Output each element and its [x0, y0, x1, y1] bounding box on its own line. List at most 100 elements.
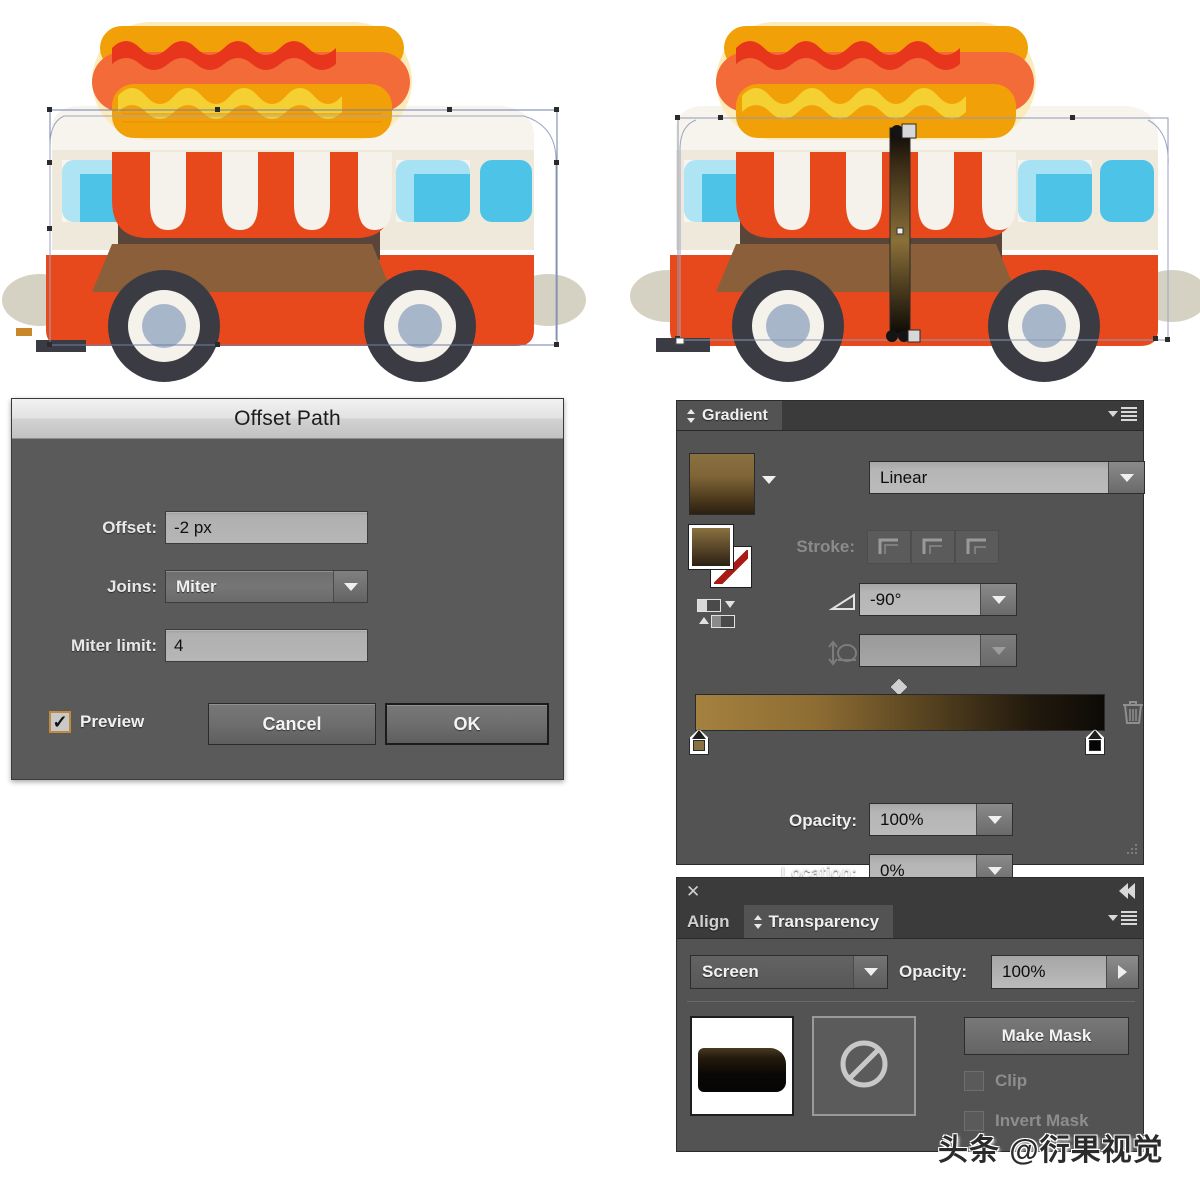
gradient-opacity-value: 100% — [880, 809, 924, 829]
clip-checkbox[interactable] — [964, 1071, 984, 1091]
gradient-slider[interactable] — [689, 677, 1143, 760]
joins-label: Joins: — [106, 576, 157, 596]
anchor-highlight — [16, 328, 32, 336]
transparency-panel-body: Screen Opacity: 100% Make Mask Clip Inve… — [677, 939, 1143, 1151]
swatch-mini-b — [711, 615, 735, 628]
reverse-gradient-icon — [827, 639, 861, 672]
chevron-up-icon — [699, 617, 709, 624]
preview-label: Preview — [80, 712, 145, 731]
gradient-type-value: Linear — [880, 467, 928, 487]
gradient-stop-end[interactable] — [1085, 729, 1105, 755]
chevron-down-icon[interactable] — [1108, 462, 1144, 493]
artwork-thumbnail-shape — [698, 1048, 786, 1092]
gradient-along-stroke-icon[interactable] — [911, 530, 955, 564]
stroke-gradient-buttons — [867, 530, 999, 564]
gradient-panel: Gradient Linear Stroke: -90° Opacity: 10… — [676, 400, 1145, 887]
stroke-label: Stroke: — [796, 537, 855, 556]
ok-button-label: OK — [453, 713, 481, 734]
gradient-panel-body: Type: Linear Stroke: - — [677, 431, 1145, 887]
joins-row: Joins: Miter — [12, 570, 563, 603]
gradient-angle-input[interactable]: -90° — [859, 583, 1017, 616]
blend-mode-dropdown[interactable]: Screen — [690, 955, 888, 989]
gradient-presets-chevron-icon[interactable] — [762, 476, 776, 484]
left-artboard — [0, 0, 600, 392]
ok-button[interactable]: OK — [385, 703, 549, 745]
no-mask-icon — [836, 1036, 892, 1097]
gradient-opacity-label: Opacity: — [788, 811, 857, 830]
gradient-ramp[interactable] — [695, 694, 1105, 731]
watermark: 头条 @衍果视觉 — [938, 1134, 1164, 1167]
miter-limit-row: Miter limit: 4 — [12, 629, 563, 662]
dialog-titlebar: Offset Path — [12, 399, 563, 439]
miter-limit-input[interactable]: 4 — [165, 629, 368, 662]
gradient-stop-start[interactable] — [689, 729, 709, 755]
chevron-down-icon[interactable] — [980, 635, 1016, 666]
fill-stroke-indicator[interactable] — [689, 525, 751, 587]
collapse-panel-icon[interactable] — [1119, 883, 1135, 899]
fill-swatch[interactable] — [689, 525, 733, 569]
offset-input[interactable]: -2 px — [165, 511, 368, 544]
gradient-aspect-input[interactable] — [859, 634, 1017, 667]
hamburger-icon — [1121, 407, 1137, 421]
chevron-down-icon[interactable] — [853, 956, 887, 988]
panel-resize-grip[interactable] — [1125, 842, 1139, 861]
tab-transparency[interactable]: Transparency — [743, 905, 894, 938]
preview-checkbox-row[interactable]: ✓ Preview — [49, 711, 144, 733]
tab-transparency-label: Transparency — [768, 911, 880, 931]
food-truck-vector-left — [0, 0, 600, 392]
joins-dropdown[interactable]: Miter — [165, 570, 368, 603]
offset-path-dialog: Offset Path Offset: -2 px Joins: Miter M… — [11, 398, 564, 780]
food-truck-vector-right — [600, 0, 1200, 392]
tab-align-label: Align — [687, 911, 730, 931]
chevron-down-icon[interactable] — [976, 804, 1012, 835]
stop-color — [693, 740, 705, 751]
gradient-within-stroke-icon[interactable] — [867, 530, 911, 564]
gradient-preview-swatch[interactable] — [689, 453, 755, 515]
tab-align[interactable]: Align — [677, 905, 744, 938]
chevron-down-icon — [1108, 411, 1118, 417]
stop-color — [1089, 740, 1101, 751]
offset-input-value: -2 px — [174, 517, 212, 537]
offset-label: Offset: — [102, 517, 157, 537]
transparency-panel-tabbar: Align Transparency — [677, 905, 1143, 939]
checkmark-icon: ✓ — [52, 712, 68, 732]
chevron-down-icon[interactable] — [333, 571, 367, 602]
mask-thumbnail[interactable] — [812, 1016, 916, 1116]
cancel-button[interactable]: Cancel — [208, 703, 376, 745]
gradient-angle-icon — [828, 589, 859, 618]
chevron-down-icon[interactable] — [980, 584, 1016, 615]
artwork-thumbnail[interactable] — [690, 1016, 794, 1116]
collapse-toggle-icon[interactable] — [687, 408, 696, 423]
swap-fill-stroke-icon[interactable] — [691, 599, 743, 631]
miter-limit-input-value: 4 — [174, 635, 184, 655]
offset-row: Offset: -2 px — [12, 511, 563, 544]
transparency-opacity-value: 100% — [1002, 962, 1046, 981]
make-mask-button[interactable]: Make Mask — [964, 1017, 1129, 1055]
gradient-across-stroke-icon[interactable] — [955, 530, 999, 564]
divider — [687, 1001, 1135, 1002]
transparency-opacity-label: Opacity: — [899, 962, 968, 981]
close-icon[interactable]: ✕ — [686, 883, 700, 900]
tab-gradient-label: Gradient — [702, 406, 768, 424]
gradient-type-dropdown[interactable]: Linear — [869, 461, 1145, 494]
dialog-title: Offset Path — [234, 406, 341, 430]
tab-gradient[interactable]: Gradient — [677, 401, 782, 430]
trash-icon[interactable] — [1121, 698, 1145, 731]
hamburger-icon — [1121, 911, 1137, 925]
panel-menu-button[interactable] — [1108, 911, 1137, 925]
blend-mode-value: Screen — [702, 962, 759, 981]
gradient-opacity-input[interactable]: 100% — [869, 803, 1013, 836]
preview-checkbox[interactable]: ✓ — [49, 711, 71, 733]
cancel-button-label: Cancel — [262, 713, 322, 734]
dialog-body: Offset: -2 px Joins: Miter Miter limit: … — [12, 439, 563, 780]
transparency-opacity-input[interactable]: 100% — [991, 955, 1139, 989]
gradient-panel-tabbar: Gradient — [677, 401, 1143, 431]
swatch-mini-a — [697, 599, 721, 612]
chevron-down-icon — [1108, 915, 1118, 921]
opacity-flyout-icon[interactable] — [1106, 956, 1138, 988]
joins-dropdown-value: Miter — [176, 576, 217, 596]
clip-checkbox-row[interactable]: Clip — [964, 1071, 1027, 1091]
right-artboard — [600, 0, 1200, 392]
panel-menu-button[interactable] — [1108, 407, 1137, 421]
collapse-toggle-icon[interactable] — [753, 914, 763, 929]
